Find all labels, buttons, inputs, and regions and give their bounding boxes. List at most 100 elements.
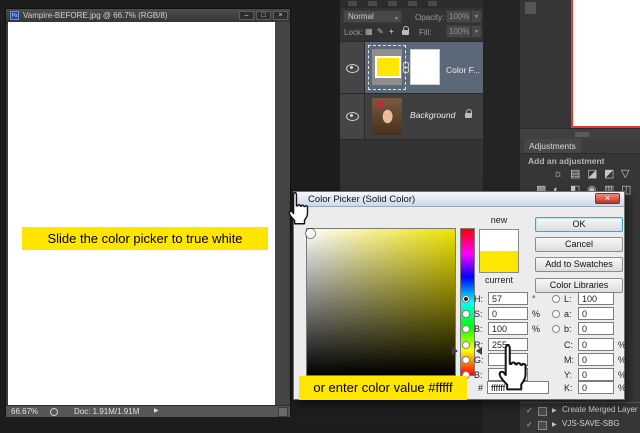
dialog-close-icon[interactable]: × <box>595 193 620 204</box>
levels-icon[interactable]: ▤ <box>570 168 580 180</box>
a-input[interactable]: 0 <box>578 307 614 320</box>
lightness-input[interactable]: 100 <box>578 292 614 305</box>
field-unit: % <box>618 355 626 365</box>
field-label: a: <box>564 309 578 319</box>
panel-collapse-icon[interactable] <box>525 2 536 14</box>
blend-mode-dropdown[interactable]: Normal ▼ <box>343 10 402 23</box>
zoom-level-field[interactable]: 66.67% <box>11 407 38 416</box>
vibrance-icon[interactable]: ▽ <box>621 168 629 180</box>
brightness-input[interactable]: 100 <box>488 322 528 335</box>
new-color-swatch <box>480 230 518 251</box>
cyan-field-row: C: 0 % <box>552 338 626 351</box>
layer-name[interactable]: Background <box>410 110 455 120</box>
field-label: B: <box>474 370 488 380</box>
magenta-input[interactable]: 0 <box>578 353 614 366</box>
hue-input[interactable]: 57 <box>488 292 528 305</box>
layer-row-color-fill[interactable]: Color F... <box>340 41 483 94</box>
yellow-field-row: Y: 0 % <box>552 368 626 381</box>
red-radio[interactable] <box>462 341 470 349</box>
eye-icon[interactable] <box>346 64 359 73</box>
minimize-icon[interactable]: – <box>239 11 254 20</box>
lightness-radio[interactable] <box>552 295 560 303</box>
action-set-icon[interactable] <box>538 421 547 430</box>
opacity-arrow-icon[interactable]: ▼ <box>471 10 482 23</box>
dialog-titlebar[interactable]: Color Picker (Solid Color) × <box>294 192 624 207</box>
cyan-input[interactable]: 0 <box>578 338 614 351</box>
green-radio[interactable] <box>462 356 470 364</box>
hue-field-row: H: 57 ° <box>462 292 536 305</box>
close-icon[interactable]: × <box>273 11 288 20</box>
chevron-down-icon: ▼ <box>394 14 399 25</box>
layer-row-background[interactable]: Background <box>340 93 483 140</box>
field-label: C: <box>564 340 578 350</box>
lock-pixels-icon[interactable]: ✎ <box>377 27 384 36</box>
resize-grip[interactable] <box>278 407 288 417</box>
action-dialog-icon[interactable] <box>538 407 547 416</box>
scrollbar-handle[interactable] <box>575 132 589 137</box>
document-statusbar: 66.67% Doc: 1.91M/1.91M ▶ <box>6 405 290 417</box>
action-item[interactable]: Create Merged Layer <box>562 405 638 414</box>
link-mask-icon[interactable] <box>403 62 408 73</box>
action-item[interactable]: VJS-SAVE-SBG <box>562 419 638 428</box>
actions-panel: ✓ ▶ Create Merged Layer ✓ ▶ VJS-SAVE-SBG <box>520 402 640 433</box>
expand-arrow-icon[interactable]: ▶ <box>552 421 557 428</box>
field-label: R: <box>474 340 488 350</box>
brightness-radio[interactable] <box>462 325 470 333</box>
field-unit: ° <box>532 294 536 304</box>
a-field-row: a: 0 <box>552 307 618 320</box>
document-titlebar[interactable]: Ps Vampire-BEFORE.jpg @ 66.7% (RGB/8) – … <box>6 9 290 23</box>
field-label: b: <box>564 324 578 334</box>
layer-mask-thumbnail[interactable] <box>410 49 440 85</box>
field-label: S: <box>474 309 488 319</box>
a-radio[interactable] <box>552 310 560 318</box>
fill-arrow-icon[interactable]: ▼ <box>471 25 482 38</box>
opacity-field[interactable]: 100% <box>446 10 471 23</box>
lock-label: Lock: <box>344 28 363 37</box>
exposure-icon[interactable]: ◩ <box>604 168 614 180</box>
action-check-icon[interactable]: ✓ <box>526 420 533 429</box>
new-current-swatch[interactable] <box>479 229 519 273</box>
field-label: K: <box>564 383 578 393</box>
action-check-icon[interactable]: ✓ <box>526 406 533 415</box>
fill-field[interactable]: 100% <box>446 25 471 38</box>
background-thumbnail[interactable] <box>372 98 402 135</box>
tab-adjustments[interactable]: Adjustments <box>524 139 581 153</box>
status-menu-arrow-icon[interactable]: ▶ <box>154 407 159 414</box>
field-label: H: <box>474 294 488 304</box>
hue-slider-left-arrow-icon[interactable] <box>452 347 458 355</box>
brightness-field-row: B: 100 % <box>462 322 540 335</box>
document-canvas[interactable] <box>8 22 275 405</box>
curves-icon[interactable]: ◪ <box>587 168 597 180</box>
brightness-contrast-icon[interactable]: ☼ <box>553 168 563 180</box>
yellow-input[interactable]: 0 <box>578 368 614 381</box>
add-adjustment-label: Add an adjustment <box>528 156 605 166</box>
ok-button[interactable]: OK <box>535 217 623 232</box>
expand-arrow-icon[interactable]: ▶ <box>552 407 557 414</box>
lock-transparency-icon[interactable]: ▦ <box>365 27 373 36</box>
add-to-swatches-button[interactable]: Add to Swatches <box>535 257 623 272</box>
color-libraries-button[interactable]: Color Libraries <box>535 278 623 293</box>
eye-icon[interactable] <box>346 112 359 121</box>
current-color-swatch[interactable] <box>480 251 518 272</box>
black-input[interactable]: 0 <box>578 381 614 394</box>
photoshop-file-icon: Ps <box>10 11 19 20</box>
field-unit: % <box>532 309 540 319</box>
hand-cursor <box>492 342 532 392</box>
cancel-button[interactable]: Cancel <box>535 237 623 252</box>
secondary-document-edge[interactable] <box>571 0 640 128</box>
visibility-cell <box>340 94 365 139</box>
lock-all-icon[interactable] <box>402 30 409 35</box>
document-title: Vampire-BEFORE.jpg @ 66.7% (RGB/8) <box>23 11 167 20</box>
layer-name[interactable]: Color F... <box>446 65 480 75</box>
saturation-brightness-field[interactable] <box>306 228 456 376</box>
hand-cursor <box>285 190 311 226</box>
saturation-input[interactable]: 0 <box>488 307 528 320</box>
fill-layer-thumbnail[interactable] <box>368 45 406 90</box>
color-field-marker[interactable] <box>306 229 315 238</box>
saturation-radio[interactable] <box>462 310 470 318</box>
maximize-icon[interactable]: □ <box>256 11 271 20</box>
hue-radio[interactable] <box>462 295 470 303</box>
b-input[interactable]: 0 <box>578 322 614 335</box>
lock-position-icon[interactable]: + <box>389 27 394 36</box>
b-radio[interactable] <box>552 325 560 333</box>
